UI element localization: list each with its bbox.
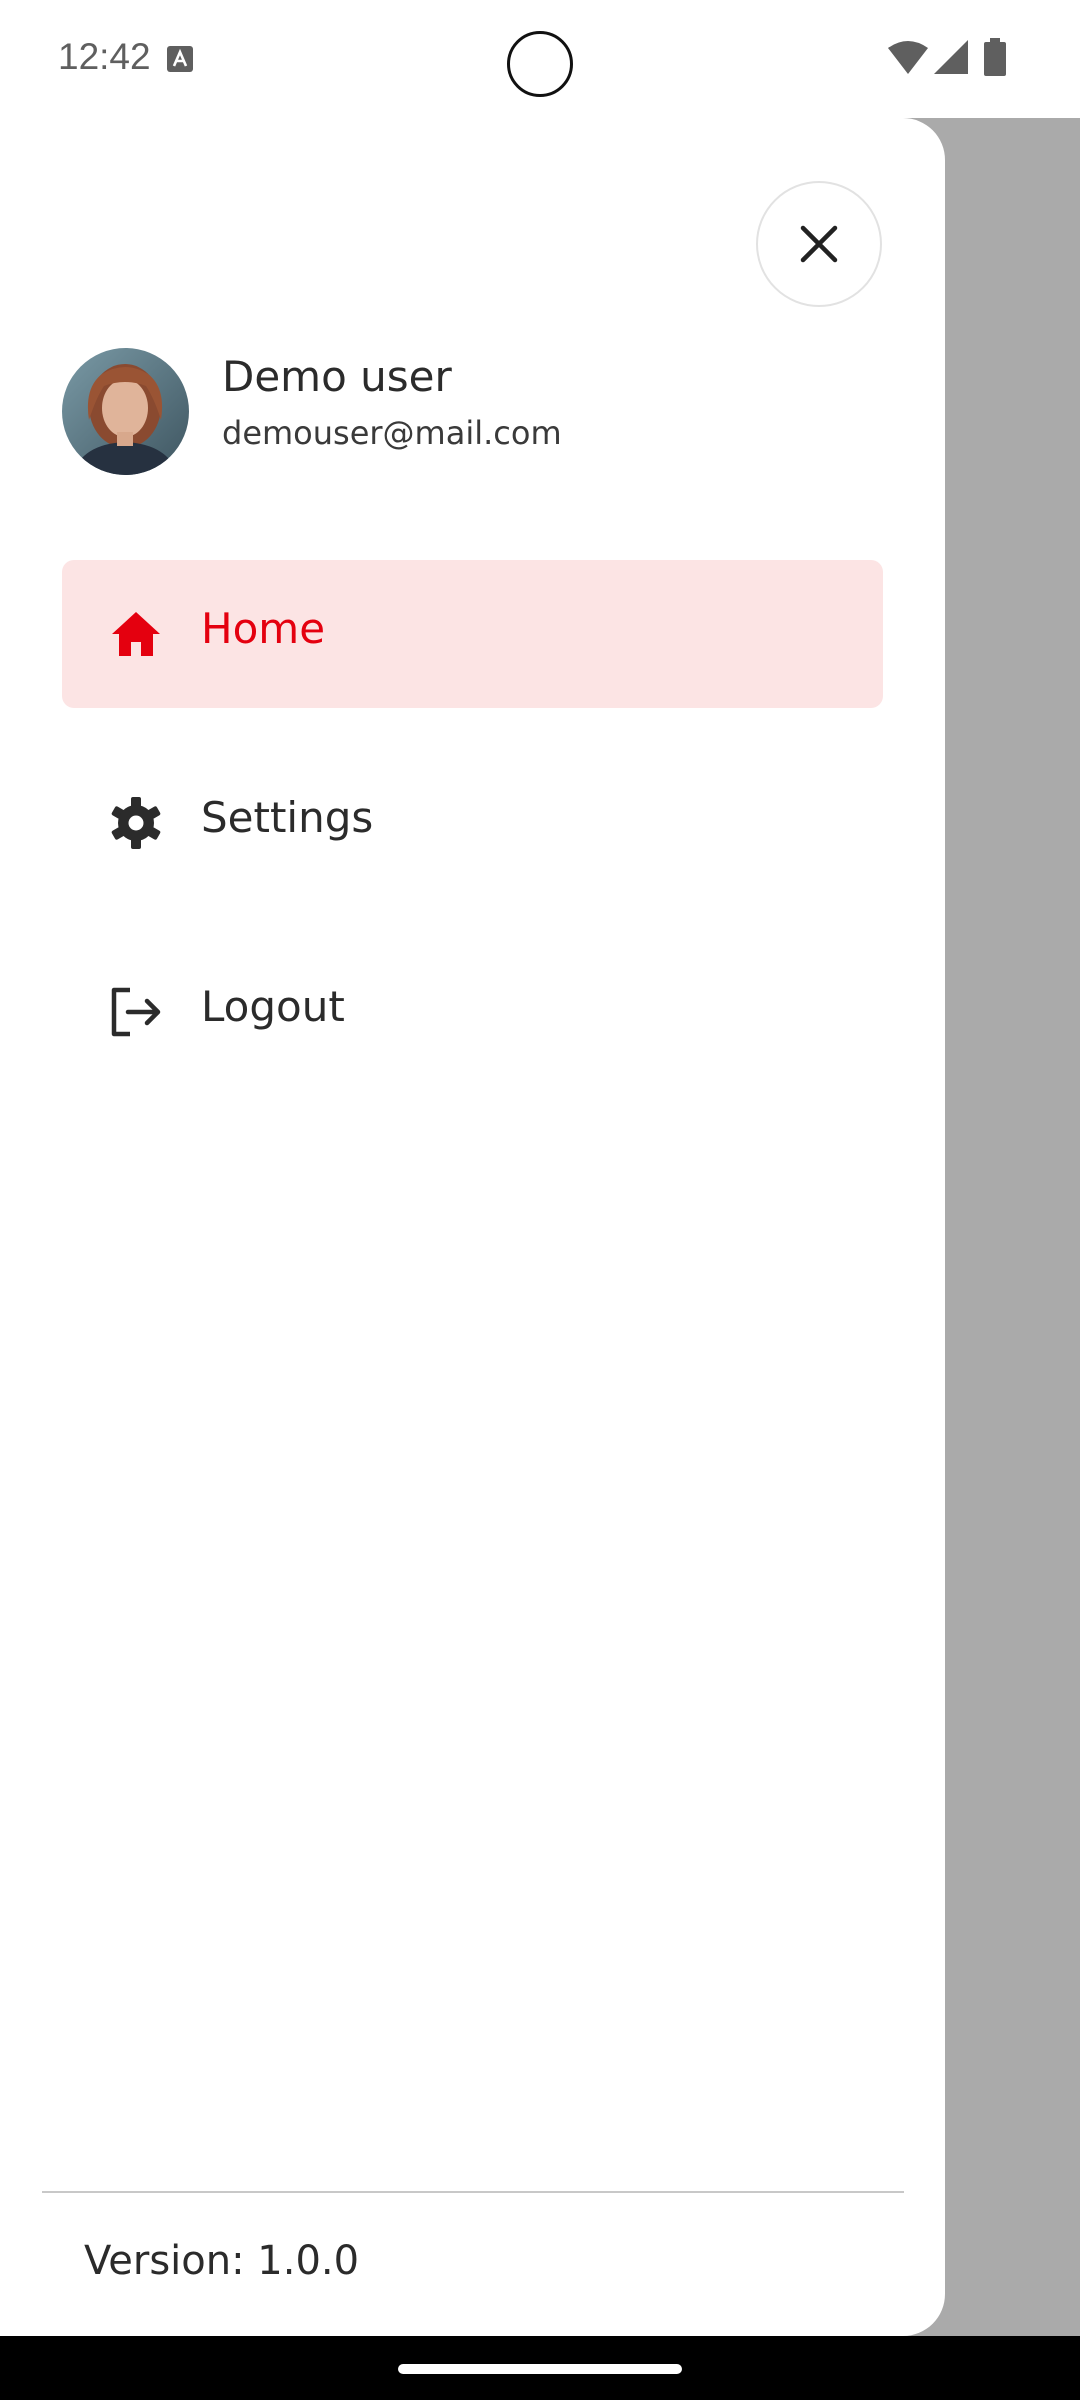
home-gesture-handle[interactable] — [398, 2364, 682, 2374]
user-name: Demo user — [222, 352, 452, 401]
navigation-drawer: Demo user demouser@mail.com Home Setting… — [0, 118, 945, 2336]
camera-cutout — [507, 31, 573, 97]
divider — [42, 2191, 904, 2193]
app-version: Version: 1.0.0 — [84, 2238, 360, 2284]
menu-item-logout[interactable]: Logout — [62, 938, 883, 1086]
menu-item-settings[interactable]: Settings — [62, 749, 883, 897]
menu-item-label: Settings — [201, 793, 374, 842]
avatar — [62, 348, 189, 475]
user-email: demouser@mail.com — [222, 414, 562, 452]
battery-icon — [984, 38, 1006, 76]
gear-icon — [111, 797, 161, 849]
signal-icon — [934, 40, 968, 74]
menu-item-label: Logout — [201, 982, 345, 1031]
logout-icon — [111, 987, 161, 1037]
close-icon — [800, 225, 838, 263]
menu-item-home[interactable]: Home — [62, 560, 883, 708]
close-drawer-button[interactable] — [756, 181, 882, 307]
status-bar: 12:42 — [0, 0, 1080, 118]
wifi-icon — [888, 41, 928, 74]
home-icon — [112, 612, 160, 656]
user-profile: Demo user demouser@mail.com — [62, 348, 882, 478]
menu-item-label: Home — [201, 604, 326, 653]
status-time: 12:42 — [58, 36, 151, 77]
text-a-icon — [167, 46, 193, 72]
system-navigation-bar — [0, 2336, 1080, 2400]
